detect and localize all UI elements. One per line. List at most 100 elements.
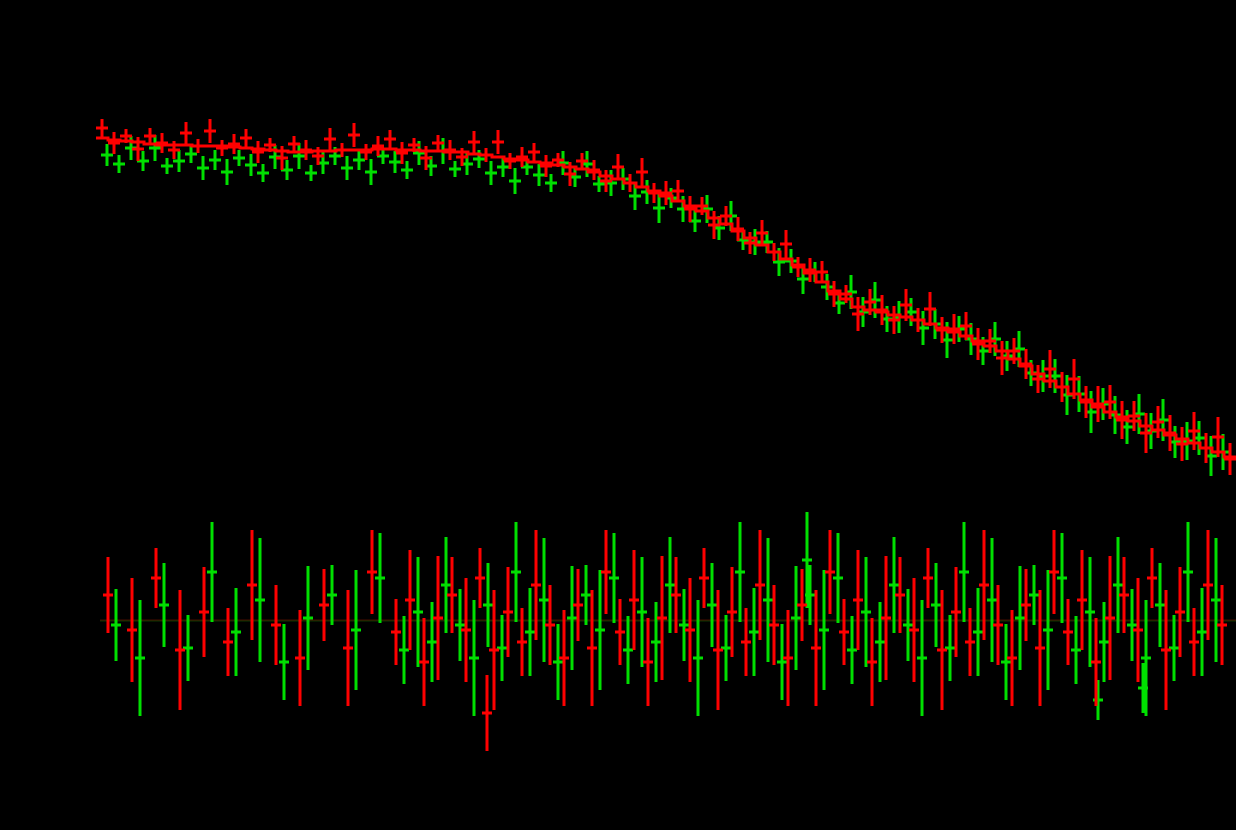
data-point [384,130,396,148]
data-point [601,530,611,614]
data-point [1077,550,1087,650]
data-point [707,563,717,647]
data-point [413,557,423,667]
data-point [367,530,377,614]
data-point [755,530,765,640]
data-point [679,589,689,661]
data-point [559,610,569,706]
plot-canvas [0,0,1236,830]
data-point [1049,530,1059,614]
data-point [735,522,745,622]
data-point [444,140,456,160]
data-point [475,548,485,608]
data-point [319,569,329,641]
data-point [161,158,173,174]
data-point [279,624,289,700]
data-point [525,588,535,676]
data-point [987,538,997,662]
data-point [156,133,168,153]
data-point [135,600,145,716]
data-point [455,589,465,661]
data-point [1029,565,1039,625]
data-point [847,616,857,684]
data-point [341,156,353,180]
data-point [1203,530,1213,640]
data-point [931,563,941,647]
data-point [303,566,313,670]
data-point [581,565,591,625]
data-point [151,548,161,608]
data-point [657,556,667,680]
data-point [295,610,305,706]
data-point [183,615,193,681]
data-point [231,588,241,676]
data-point [671,557,681,633]
data-point [247,530,257,640]
data-point [1071,616,1081,684]
data-point [1119,557,1129,633]
data-point [615,599,625,665]
data-point [199,567,209,657]
data-point [895,557,905,633]
data-point [391,599,401,665]
data-point [216,140,228,156]
data-point [469,600,479,716]
data-point [811,590,821,706]
data-point [1161,590,1171,710]
data-point [1147,548,1157,608]
data-point [567,566,577,670]
data-point [204,119,216,143]
data-point [875,602,885,682]
data-point [1057,533,1067,623]
data-point [993,585,1003,665]
data-point [449,161,461,177]
data-point [305,165,317,181]
data-point [1035,590,1045,706]
data-point [881,556,891,680]
data-point [365,159,377,185]
data-point [1127,589,1137,661]
data-point [903,589,913,661]
data-point [1155,563,1165,647]
data-point [545,585,555,665]
data-point [324,128,336,150]
data-point [175,590,185,710]
data-point [271,585,281,665]
data-point [257,164,269,182]
data-point [979,530,989,640]
data-point [517,608,527,676]
data-point [587,590,597,706]
data-point [327,565,337,625]
residuals-panel [100,512,1236,751]
data-point [1001,624,1011,700]
data-point [853,550,863,650]
data-point [693,600,703,716]
data-point [255,538,265,662]
data-point [1169,615,1179,681]
data-point [461,578,471,682]
data-point [609,533,619,623]
data-point [713,590,723,710]
data-point [209,150,221,170]
data-point [103,557,113,633]
data-point [252,141,264,163]
data-point [419,618,429,706]
data-point [111,589,121,661]
data-point [917,600,927,716]
data-point [96,119,108,137]
data-point [127,578,137,682]
data-point [485,161,497,185]
data-point [1183,522,1193,622]
data-point [240,129,252,147]
data-point [867,618,877,706]
data-point [553,624,563,700]
data-point [643,618,653,706]
data-point [197,156,209,180]
data-point [405,550,415,650]
data-point [113,155,125,173]
plot-window [0,0,1236,830]
data-point [923,548,933,608]
data-point [223,608,233,676]
data-point [528,143,540,161]
data-point [741,608,751,676]
